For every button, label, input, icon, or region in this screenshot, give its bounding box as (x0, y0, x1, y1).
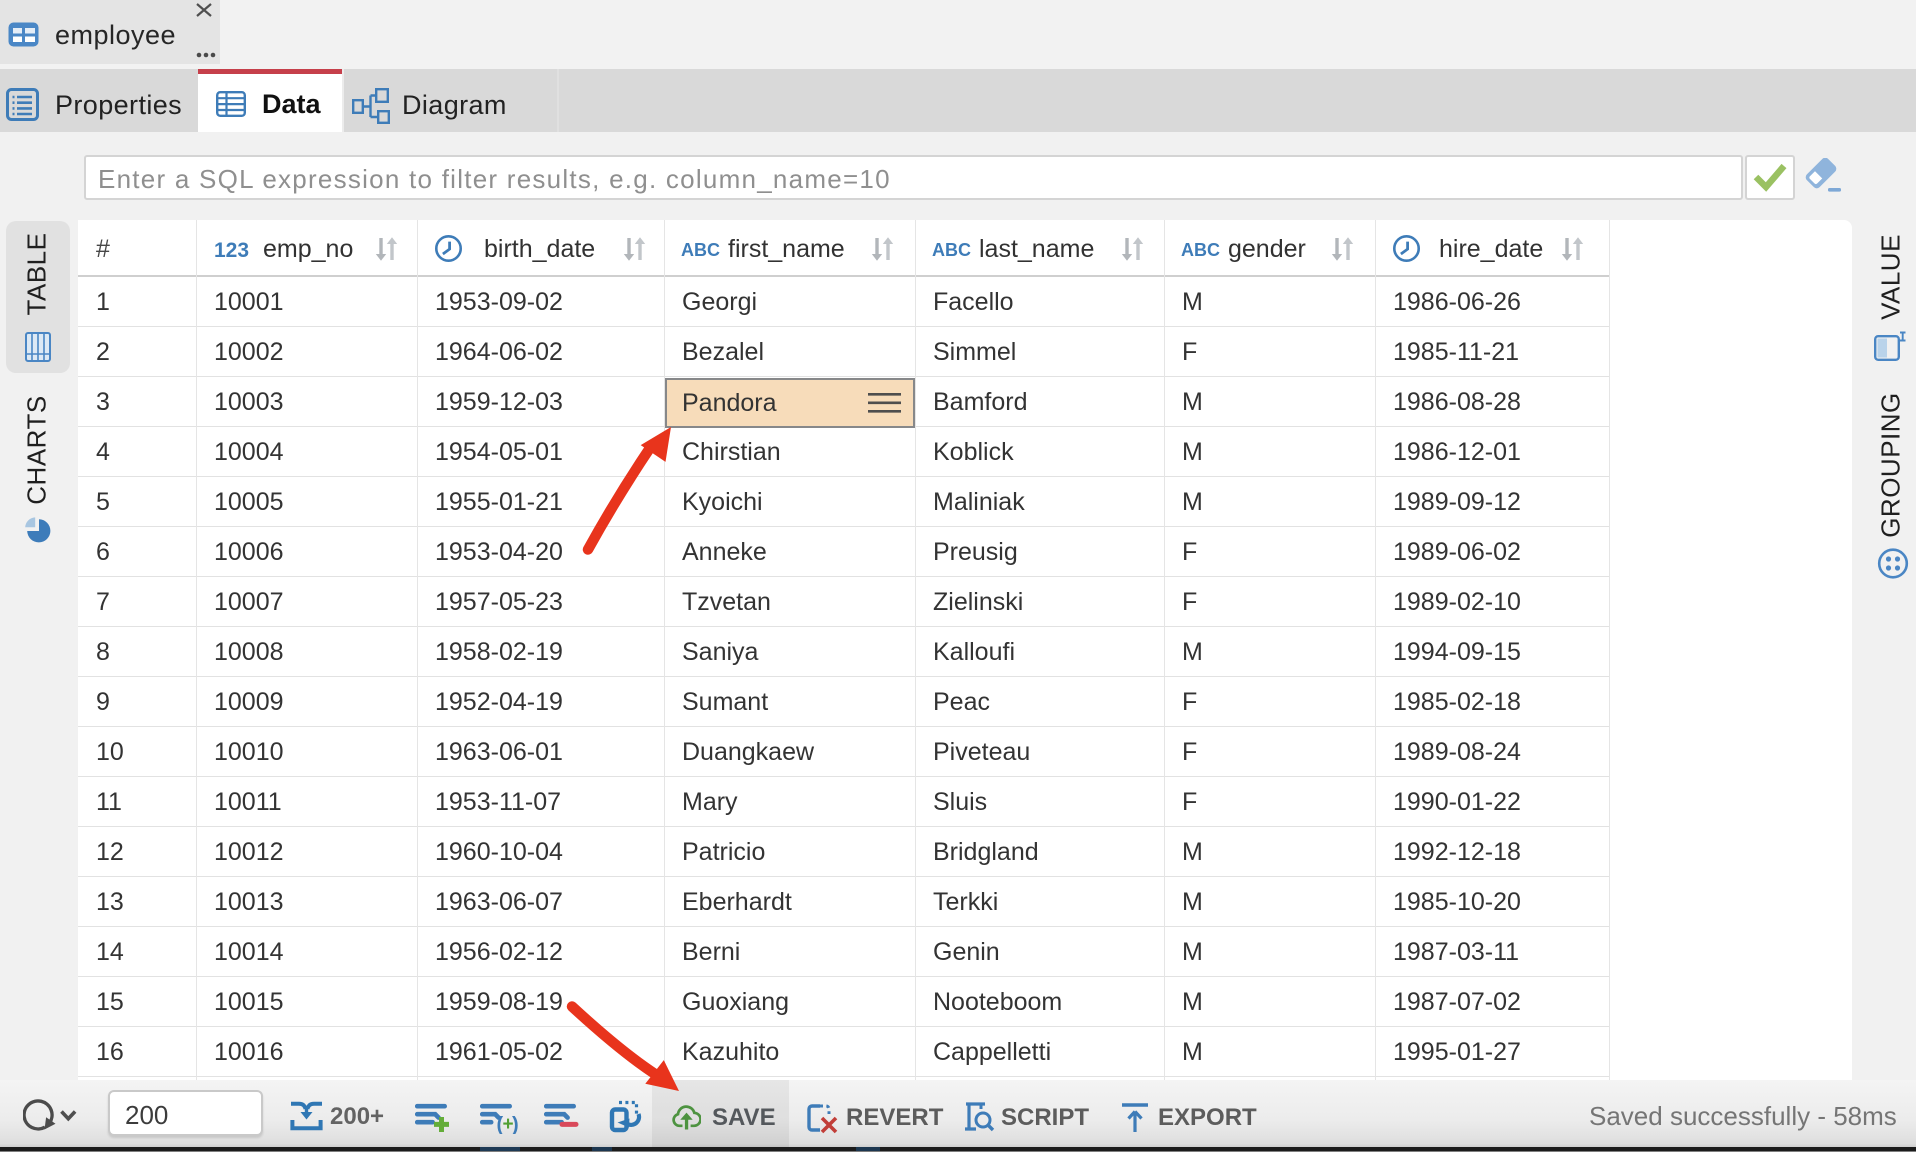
svg-text:): ) (512, 1114, 519, 1134)
